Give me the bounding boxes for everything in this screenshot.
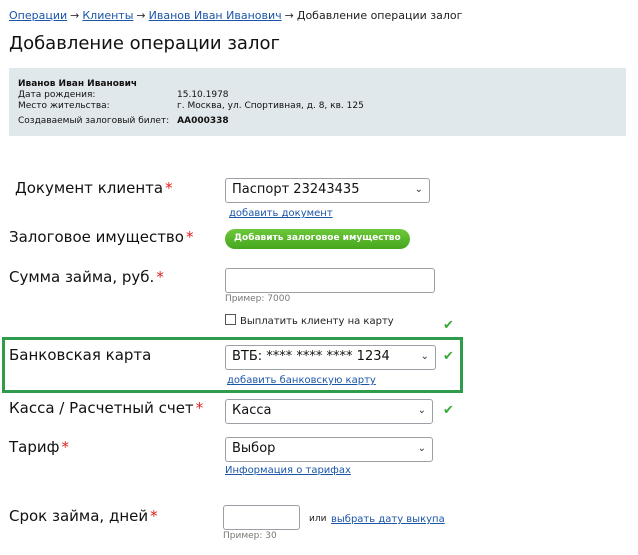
term-or-text: или	[309, 514, 327, 524]
breadcrumb-current: Добавление операции залог	[296, 9, 463, 22]
breadcrumb: Операции → Клиенты → Иванов Иван Иванович → До…	[9, 9, 462, 22]
term-input[interactable]	[223, 505, 300, 530]
checkmark-icon: ✔	[443, 318, 454, 333]
bank-card-label: Банковская карта	[9, 346, 152, 364]
required-mark: *	[185, 228, 194, 246]
loan-amount-hint: Пример: 7000	[225, 294, 291, 304]
chevron-down-icon: ⌄	[420, 351, 429, 362]
client-info-panel: Иванов Иван Иванович Дата рождения: 15.1…	[9, 68, 626, 136]
required-mark: *	[165, 179, 173, 197]
breadcrumb-link-client[interactable]: Иванов Иван Иванович	[149, 9, 282, 22]
bank-card-select[interactable]: ВТБ: **** **** **** 1234 ⌄	[225, 345, 436, 370]
loan-amount-input[interactable]	[225, 268, 435, 293]
pay-to-card-row: Выплатить клиенту на карту	[225, 314, 394, 327]
required-mark: *	[156, 268, 164, 286]
chevron-down-icon: ⌄	[417, 443, 426, 454]
breadcrumb-link-operations[interactable]: Операции	[9, 9, 67, 22]
chevron-down-icon: ⌄	[414, 184, 423, 195]
document-label: Документ клиента *	[15, 179, 173, 197]
tariff-label-text: Тариф	[9, 438, 60, 456]
term-hint: Пример: 30	[223, 531, 277, 541]
required-mark: *	[61, 438, 69, 456]
checkmark-icon: ✔	[443, 349, 454, 364]
loan-amount-label-text: Сумма займа, руб.	[9, 268, 155, 286]
cash-label-text: Касса / Расчетный счет	[9, 399, 194, 417]
tariff-select[interactable]: Выбор ⌄	[225, 437, 433, 462]
breadcrumb-separator: →	[284, 9, 294, 22]
required-mark: *	[150, 507, 158, 525]
add-bank-card-link[interactable]: добавить банковскую карту	[227, 375, 376, 386]
pay-to-card-label[interactable]: Выплатить клиенту на карту	[240, 316, 394, 327]
breadcrumb-separator: →	[70, 9, 80, 22]
page-title: Добавление операции залог	[9, 33, 280, 54]
birth-date-label: Дата рождения:	[18, 90, 96, 100]
add-document-link[interactable]: добавить документ	[229, 208, 333, 219]
client-name: Иванов Иван Иванович	[18, 79, 138, 89]
document-select[interactable]: Паспорт 23243435 ⌄	[225, 178, 430, 203]
document-select-value: Паспорт 23243435	[232, 182, 360, 197]
cash-select[interactable]: Касса ⌄	[225, 399, 433, 424]
collateral-label-text: Залоговое имущество	[9, 228, 184, 246]
term-label: Срок займа, дней *	[9, 507, 158, 525]
birth-date-value: 15.10.1978	[177, 90, 229, 100]
ticket-row: Создаваемый залоговый билет: АА000338	[18, 116, 229, 126]
tariff-label: Тариф *	[9, 438, 69, 456]
breadcrumb-link-clients[interactable]: Клиенты	[82, 9, 133, 22]
address-label: Место жительства:	[18, 101, 110, 111]
choose-redemption-date-link[interactable]: выбрать дату выкупа	[331, 514, 445, 525]
required-mark: *	[195, 399, 204, 417]
tariff-select-value: Выбор	[232, 441, 276, 456]
term-label-text: Срок займа, дней	[9, 507, 149, 525]
loan-amount-label: Сумма займа, руб. *	[9, 268, 164, 286]
tariff-info-link[interactable]: Информация о тарифах	[225, 465, 351, 476]
address-value: г. Москва, ул. Спортивная, д. 8, кв. 125	[177, 101, 364, 111]
collateral-label: Залоговое имущество *	[9, 228, 193, 246]
chevron-down-icon: ⌄	[417, 405, 426, 416]
add-collateral-button[interactable]: Добавить залоговое имущество	[225, 229, 410, 249]
pay-to-card-checkbox[interactable]	[225, 314, 236, 325]
checkmark-icon: ✔	[443, 403, 454, 418]
document-label-text: Документ клиента	[15, 179, 164, 197]
cash-select-value: Касса	[232, 403, 272, 418]
bank-card-select-value: ВТБ: **** **** **** 1234	[232, 349, 390, 364]
cash-label: Касса / Расчетный счет *	[9, 399, 203, 417]
breadcrumb-separator: →	[136, 9, 146, 22]
ticket-value: АА000338	[177, 116, 229, 126]
ticket-label: Создаваемый залоговый билет:	[18, 116, 170, 126]
